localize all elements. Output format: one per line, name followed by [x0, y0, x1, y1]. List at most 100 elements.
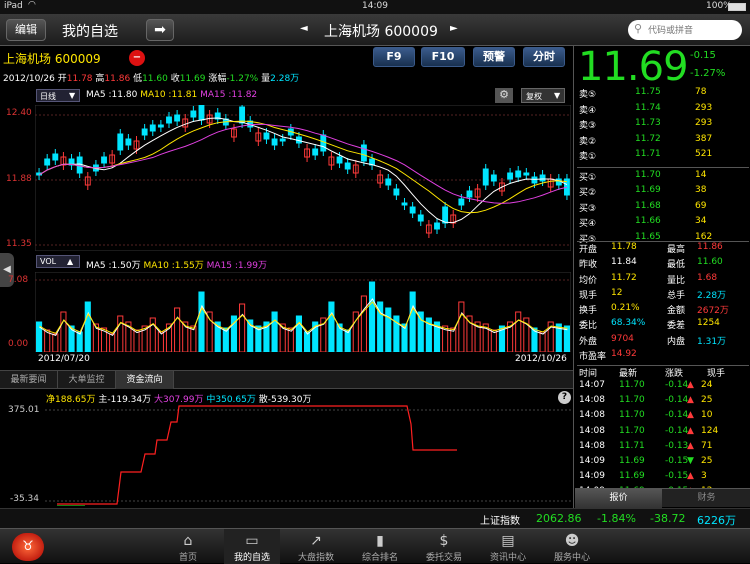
candle — [52, 153, 59, 161]
fuquan-selector[interactable]: 复权 ▼ — [521, 88, 565, 103]
next-stock-button[interactable]: ► — [450, 23, 458, 34]
price-axis-top: 12.40 — [6, 108, 32, 118]
flow-axis-bottom: -35.34 — [10, 494, 40, 504]
search-icon: ⚲ — [634, 22, 643, 35]
chevron-down-icon: ▼ — [69, 91, 76, 100]
tick-time: 14:08 — [579, 395, 605, 406]
stat-value: 11.60 — [697, 257, 723, 268]
candle — [515, 170, 522, 178]
candle — [531, 176, 538, 184]
tick-header-change: 涨跌 — [665, 369, 684, 379]
volume-bar — [206, 311, 213, 352]
candle — [263, 132, 270, 140]
search-box[interactable]: ⚲ — [628, 20, 742, 40]
stat-label: 均价 — [579, 275, 598, 286]
timeshare-button[interactable]: 分时 — [523, 47, 565, 67]
candle — [44, 158, 51, 166]
nav-stock-title: 上海机场 600009 — [324, 24, 438, 40]
tick-change: -0.14 — [665, 395, 689, 406]
tick-time: 14:08 — [579, 425, 605, 436]
tab-dollar[interactable]: $ 委托交易 — [416, 529, 472, 564]
stat-label: 金额 — [667, 306, 686, 317]
lower-tab-bar: 最新要闻 大单监控 资金流向 — [0, 370, 574, 389]
f10-button[interactable]: F10 — [421, 47, 465, 67]
f9-button[interactable]: F9 — [373, 47, 415, 67]
tab-finance[interactable]: 财务 — [663, 489, 750, 508]
tab-home[interactable]: ⌂ 首页 — [160, 529, 216, 564]
stat-label: 换手 — [579, 306, 598, 317]
alert-button[interactable]: 预警 — [473, 47, 515, 67]
carrier-label: iPad — [4, 1, 23, 11]
edit-button[interactable]: 编辑 — [6, 19, 46, 41]
candle — [125, 138, 132, 146]
tab-label: 服务中心 — [553, 553, 590, 563]
volume-bar — [287, 327, 294, 352]
stat-row: 均价 11.72 量比 1.68 — [577, 273, 749, 288]
level-price: 11.68 — [635, 200, 661, 211]
tab-folder[interactable]: ▭ 我的自选 — [224, 529, 280, 564]
volume-chart[interactable] — [35, 272, 571, 352]
help-icon[interactable]: ? — [558, 391, 571, 404]
volume-bar — [117, 315, 124, 352]
stat-label: 外盘 — [579, 336, 598, 347]
brand-logo-icon[interactable]: ♉ — [12, 533, 44, 561]
tab-big-orders[interactable]: 大单监控 — [58, 371, 116, 389]
tab-document[interactable]: ▤ 资讯中心 — [480, 529, 536, 564]
volume-bar — [133, 329, 140, 352]
volume-bar — [458, 301, 465, 352]
tab-quote[interactable]: 报价 — [575, 489, 662, 508]
open-label: 开 — [57, 74, 67, 84]
forward-arrow-button[interactable]: ➡ — [146, 19, 174, 41]
level-label: 卖① — [579, 152, 597, 162]
stat-value: 2.28万 — [697, 290, 727, 301]
volume-bar — [490, 329, 497, 352]
info-line: 2012/10/26 开11.78 高11.86 低11.60 收11.69 涨… — [3, 71, 299, 84]
level-price: 11.69 — [635, 185, 661, 195]
indicator-selector[interactable]: VOL ▲ — [36, 255, 80, 268]
index-bar[interactable]: 上证指数 2062.86 -1.84% -38.72 6226万 — [0, 508, 750, 528]
vol-ma15-label: MA15 :1.99万 — [206, 261, 267, 271]
stat-label: 昨收 — [579, 260, 598, 271]
candle — [320, 134, 327, 152]
level-price: 11.66 — [635, 216, 661, 226]
remove-icon[interactable]: − — [129, 50, 145, 66]
level-label: 卖④ — [579, 105, 597, 116]
gear-icon[interactable]: ⚙ — [495, 88, 513, 103]
period-selector[interactable]: 日线 ▼ — [36, 89, 80, 102]
tab-person[interactable]: ☻ 服务中心 — [544, 529, 600, 564]
level-volume: 34 — [695, 216, 707, 226]
bid-row: 买③ 11.68 69 — [577, 201, 749, 217]
candle — [157, 124, 164, 128]
search-input[interactable] — [648, 22, 736, 38]
candle — [117, 133, 124, 151]
level-label: 买① — [579, 172, 597, 183]
ask-row: 卖④ 11.74 293 — [577, 103, 749, 119]
price-axis-bottom: 11.35 — [6, 239, 32, 249]
tab-money-flow[interactable]: 资金流向 — [116, 371, 174, 389]
tick-time: 14:09 — [579, 471, 605, 482]
tab-line-chart[interactable]: ↗ 大盘指数 — [288, 529, 344, 564]
level-price: 11.71 — [635, 149, 661, 159]
volume-axis-bottom: 0.00 — [8, 339, 29, 349]
prev-stock-button[interactable]: ◄ — [300, 23, 308, 34]
kline-chart[interactable] — [35, 105, 571, 251]
stat-label: 量比 — [667, 275, 686, 286]
candle — [523, 172, 530, 176]
line-chart-icon: ↗ — [310, 533, 322, 549]
tick-price: 11.70 — [619, 410, 645, 421]
tick-row: 14:08 11.70 -0.14 ▲ 10 — [577, 410, 749, 425]
up-arrow-icon: ▲ — [687, 425, 694, 436]
level-volume: 293 — [695, 102, 713, 113]
tab-label: 大盘指数 — [297, 553, 334, 563]
folder-icon: ▭ — [245, 533, 259, 549]
money-flow-chart[interactable] — [45, 404, 571, 506]
stat-row: 昨收 11.84 最低 11.60 — [577, 257, 749, 272]
tab-news[interactable]: 最新要闻 — [0, 371, 58, 389]
tick-price: 11.71 — [619, 440, 645, 451]
candle — [409, 206, 416, 214]
ask-row: 卖③ 11.73 293 — [577, 118, 749, 134]
stat-value: 1.31万 — [697, 336, 727, 347]
level-label: 买③ — [579, 203, 597, 214]
tab-bar-chart[interactable]: ▮ 综合排名 — [352, 529, 408, 564]
nav-title: 我的自选 — [62, 24, 118, 40]
